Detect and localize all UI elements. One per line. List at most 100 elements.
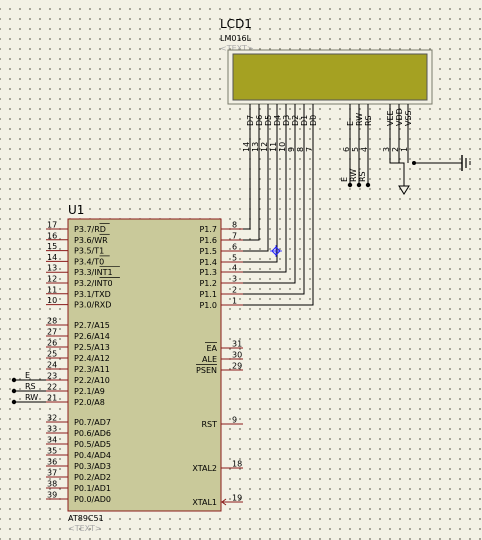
mcu-pin-p1-7-number: 8 — [232, 221, 237, 230]
mcu-net-labels: E RS RW — [11, 371, 46, 405]
mcu-pin-p2-3-a11-name: P2.3/A11 — [74, 365, 110, 374]
lcd-pin-d7-name: D7 — [246, 115, 255, 126]
lcd-screen — [232, 53, 428, 101]
mcu-pin-p2-0-a8-name: P2.0/A8 — [74, 398, 105, 407]
mcu-pin-p0-4-ad4-name: P0.4/AD4 — [74, 451, 111, 460]
wire-p1-3-to-d3 — [243, 148, 287, 273]
mcu-pin-p3-5-t1-number: 15 — [47, 242, 57, 251]
mcu-pin-p0-2-ad2-name: P0.2/AD2 — [74, 473, 111, 482]
mcu-pin-ale-number: 30 — [232, 351, 242, 360]
mcu-pin-p2-3-a11-number: 24 — [47, 361, 57, 370]
mcu-pin-p0-0-ad0-name: P0.0/AD0 — [74, 495, 111, 504]
probe-marker[interactable] — [270, 245, 282, 257]
mcu-pin-p3-2-int0-name: P3.2/INT0 — [74, 279, 113, 288]
mcu-pin-p3-1-txd-name: P3.1/TXD — [74, 290, 111, 299]
mcu-model-label: AT89C51 — [68, 514, 104, 523]
mcu-pin-p2-6-a14-number: 27 — [47, 328, 57, 337]
mcu-net-label-rw: RW — [25, 393, 38, 402]
lcd-pin-vee-name: VEE — [386, 110, 395, 126]
mcu-pin-p3-6-wr-number: 16 — [47, 231, 57, 240]
mcu-pin-p0-1-ad1-number: 38 — [47, 480, 57, 489]
mcu-pin-p2-7-a15-name: P2.7/A15 — [74, 321, 110, 330]
mcu-pin-p0-5-ad5-name: P0.5/AD5 — [74, 440, 111, 449]
mcu-pin-p1-3-name: P1.3 — [199, 268, 217, 277]
mcu-pin-ale-name: ALE — [202, 355, 217, 364]
wire-p1-5-to-d5 — [243, 148, 269, 252]
mcu-text-placeholder: <TEXT> — [68, 524, 102, 533]
mcu-pin-p1-4-number: 5 — [232, 254, 237, 263]
mcu-pin-xtal1-number: 19 — [232, 494, 242, 503]
mcu-net-label-rs: RS — [25, 382, 36, 391]
lcd-pin-vdd-name: VDD — [395, 108, 404, 126]
mcu-pin-p0-3-ad3-name: P0.3/AD3 — [74, 462, 111, 471]
wire-p1-4-to-d4 — [243, 148, 278, 263]
mcu-pin-p0-3-ad3-number: 36 — [47, 458, 57, 467]
mcu-pin-xtal1-name: XTAL1 — [192, 498, 217, 507]
mcu-pin-p1-3-number: 4 — [232, 264, 237, 273]
mcu-pin-p2-0-a8-number: 21 — [47, 394, 57, 403]
wire-p1-0-to-d0 — [243, 148, 314, 306]
lcd-component[interactable]: LCD1 LM016L <TEXT> D714D613D512D411D310D… — [220, 17, 433, 152]
wire-p1-7-to-d7 — [243, 148, 251, 230]
lcd-pin-d0-name: D0 — [309, 115, 318, 126]
mcu-pin-p0-7-ad7-number: 32 — [47, 414, 57, 423]
mcu-pin-p2-1-a9-number: 22 — [47, 383, 57, 392]
mcu-pin-rst-number: 9 — [232, 416, 237, 425]
mcu-pin-p0-1-ad1-name: P0.1/AD1 — [74, 484, 111, 493]
lcd-net-labels: E RW RS — [340, 148, 371, 188]
mcu-pin-p1-1-number: 2 — [232, 286, 237, 295]
lcd-pin-d5-name: D5 — [264, 115, 273, 126]
mcu-pin-p1-1-name: P1.1 — [199, 290, 217, 299]
lcd-pin-d2-name: D2 — [291, 115, 300, 126]
mcu-pin-p2-5-a13-number: 26 — [47, 339, 57, 348]
mcu-net-label-e: E — [25, 371, 30, 380]
lcd-model-label: LM016L — [220, 34, 252, 43]
mcu-pin-p2-4-a12-name: P2.4/A12 — [74, 354, 110, 363]
mcu-pin-p2-6-a14-name: P2.6/A14 — [74, 332, 110, 341]
lcd-pin-d1-name: D1 — [300, 115, 309, 126]
mcu-pin-p1-5-number: 6 — [232, 243, 237, 252]
mcu-pin-p3-4-t0-number: 14 — [47, 253, 57, 262]
ground-symbol — [412, 155, 471, 171]
lcd-net-label-rs: RS — [358, 171, 367, 182]
lcd-pin-rs-name: RS — [364, 115, 373, 126]
lcd-net-label-e: E — [340, 177, 349, 182]
mcu-pin-p0-4-ad4-number: 35 — [47, 447, 57, 456]
lcd-pin-d4-name: D4 — [273, 115, 282, 126]
mcu-pin-ea-number: 31 — [232, 340, 242, 349]
mcu-component[interactable]: U1 AT89C51 <TEXT> 17 P3.7/RD16 P3.6/WR15 P3… — [46, 203, 243, 533]
schematic-canvas[interactable]: LCD1 LM016L <TEXT> D7 14 D6 13 D5 12 D4 11 D3 10 D… — [0, 0, 482, 540]
mcu-pin-p0-5-ad5-number: 34 — [47, 436, 57, 445]
mcu-pin-rst-name: RST — [201, 420, 217, 429]
mcu-pin-p0-0-ad0-number: 39 — [47, 491, 57, 500]
mcu-pin-psen-name: PSEN — [196, 366, 217, 375]
mcu-pin-p1-5-name: P1.5 — [199, 247, 217, 256]
mcu-pin-psen-number: 29 — [232, 362, 242, 371]
schematic-diagram: LCD1 LM016L <TEXT> D714D613D512D411D310D… — [11, 17, 471, 533]
wire-p1-2-to-d2 — [243, 148, 296, 284]
mcu-pin-p2-5-a13-name: P2.5/A13 — [74, 343, 110, 352]
lcd-pin-group: D714D613D512D411D310D29D18D07E6RW5RS4VEE… — [242, 104, 413, 152]
mcu-pin-p3-5-t1-name: P3.5/T1 — [74, 247, 104, 256]
mcu-pin-p1-4-name: P1.4 — [199, 258, 217, 267]
mcu-pin-p2-2-a10-name: P2.2/A10 — [74, 376, 110, 385]
mcu-pin-p3-2-int0-number: 12 — [47, 275, 57, 284]
mcu-pin-p2-1-a9-name: P2.1/A9 — [74, 387, 105, 396]
mcu-pin-p1-2-number: 3 — [232, 275, 237, 284]
mcu-pin-p3-1-txd-number: 11 — [47, 285, 57, 294]
mcu-pin-p1-0-number: 1 — [232, 297, 237, 306]
mcu-pin-ea-name: EA — [206, 344, 217, 353]
mcu-pin-p1-2-name: P1.2 — [199, 279, 217, 288]
lcd-net-label-rw: RW — [349, 169, 358, 182]
mcu-pin-p1-7-name: P1.7 — [199, 225, 217, 234]
mcu-ref-label: U1 — [68, 203, 84, 217]
mcu-pin-p2-2-a10-number: 23 — [47, 372, 57, 381]
lcd-pin-e-name: E — [346, 121, 355, 126]
mcu-pin-p3-4-t0-name: P3.4/T0 — [74, 257, 104, 266]
mcu-pin-p3-0-rxd-number: 10 — [47, 296, 57, 305]
lcd-pin-vss-name: VSS — [404, 110, 413, 126]
mcu-pin-p1-0-name: P1.0 — [199, 301, 217, 310]
lcd-pin-rw-name: RW — [355, 113, 364, 126]
mcu-pin-xtal2-number: 18 — [232, 460, 242, 469]
mcu-pin-p3-7-rd-name: P3.7/RD — [74, 225, 106, 234]
